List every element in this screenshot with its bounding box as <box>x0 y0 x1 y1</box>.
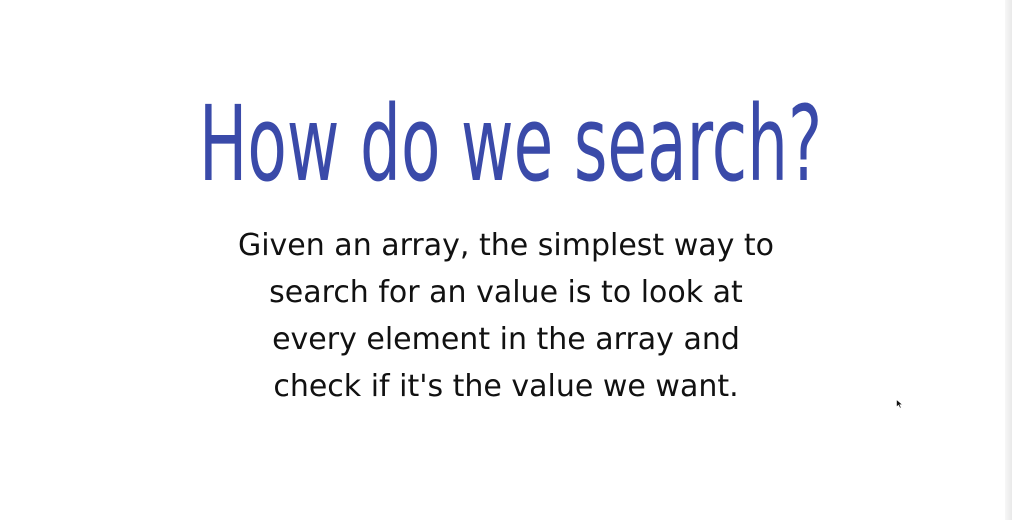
body-line-4: check if it's the value we want. <box>273 369 739 404</box>
slide-title: How do we search? <box>198 83 823 205</box>
mouse-cursor-icon <box>896 399 904 409</box>
slide-body: Given an array, the simplest way to sear… <box>0 222 1012 410</box>
body-line-3: every element in the array and <box>272 322 740 357</box>
body-line-2: search for an value is to look at <box>269 275 743 310</box>
slide: How do we search? Given an array, the si… <box>0 0 1012 520</box>
body-line-1: Given an array, the simplest way to <box>237 228 775 263</box>
